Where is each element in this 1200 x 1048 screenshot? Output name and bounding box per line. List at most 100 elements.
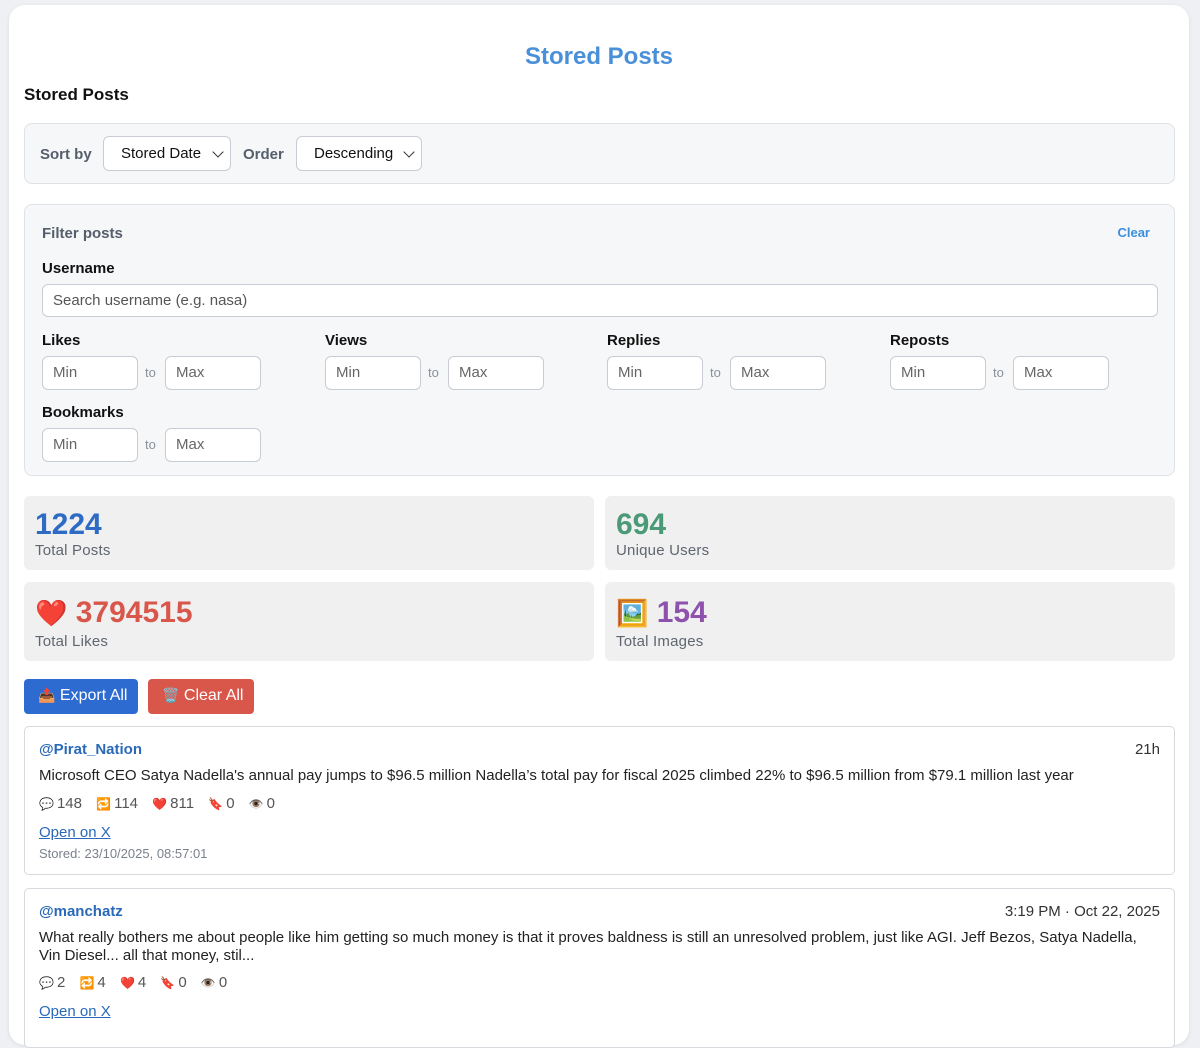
- views-range: Min to Max: [325, 356, 565, 390]
- likes-range: Min to Max: [42, 356, 282, 390]
- post-text: Microsoft CEO Satya Nadella's annual pay…: [39, 767, 1074, 784]
- order-label: Order: [243, 146, 284, 163]
- reposts-count: 114: [114, 795, 139, 812]
- total-posts-value: 1224: [35, 508, 102, 541]
- eye-icon: 👁️: [200, 976, 216, 990]
- views-max-input[interactable]: Max: [448, 356, 544, 390]
- bookmarks-metric: 🔖 0: [160, 974, 186, 991]
- sort-by-select[interactable]: Stored Date: [103, 136, 231, 171]
- post-metrics: 💬 148 🔁 114 ❤️ 811 🔖 0 👁️ 0: [39, 795, 285, 812]
- reposts-min-input[interactable]: Min: [890, 356, 986, 390]
- total-likes-label: Total Likes: [35, 633, 109, 650]
- replies-metric: 💬 2: [39, 974, 65, 991]
- clear-all-label: Clear All: [183, 687, 244, 704]
- speech-bubble-icon: 💬: [39, 797, 54, 811]
- post-time: 21h: [1134, 741, 1160, 758]
- range-to-label: to: [145, 437, 156, 452]
- sort-by-label: Sort by: [40, 146, 92, 163]
- replies-count: 148: [56, 795, 82, 812]
- chevron-down-icon: [403, 146, 415, 158]
- range-to-label: to: [145, 365, 156, 380]
- export-all-label: Export All: [59, 687, 128, 704]
- username-search-input[interactable]: Search username (e.g. nasa): [42, 284, 1158, 317]
- speech-bubble-icon: 💬: [39, 976, 54, 990]
- replies-count: 2: [56, 974, 66, 991]
- sort-bar: Sort by Stored Date Order Descending: [24, 123, 1175, 184]
- repost-icon: 🔁: [96, 797, 112, 811]
- replies-min-input[interactable]: Min: [607, 356, 703, 390]
- total-likes-number: 3794515: [75, 596, 193, 629]
- eye-icon: 👁️: [248, 797, 264, 811]
- outbox-icon: 📤: [38, 687, 56, 703]
- sort-by-value: Stored Date: [121, 145, 202, 162]
- picture-icon: 🖼️: [616, 598, 649, 628]
- likes-metric: ❤️ 4: [120, 974, 146, 991]
- bookmark-icon: 🔖: [160, 976, 176, 990]
- post-card: @Pirat_Nation 21h Microsoft CEO Satya Na…: [24, 726, 1175, 875]
- clear-all-button[interactable]: 🗑️ Clear All: [148, 679, 254, 714]
- app-title: Stored Posts: [524, 43, 674, 70]
- replies-max-input[interactable]: Max: [730, 356, 826, 390]
- heart-icon: ❤️: [35, 598, 68, 628]
- post-card: @manchatz 3:19 PM · Oct 22, 2025 What re…: [24, 888, 1175, 1048]
- likes-label: Likes: [42, 332, 81, 349]
- open-on-x-link[interactable]: Open on X: [39, 1003, 111, 1020]
- chevron-down-icon: [212, 146, 224, 158]
- replies-label: Replies: [607, 332, 661, 349]
- order-value: Descending: [314, 145, 394, 162]
- export-all-button[interactable]: 📤 Export All: [24, 679, 138, 714]
- total-images-value: 🖼️ 154: [616, 596, 707, 630]
- replies-metric: 💬 148: [39, 795, 82, 812]
- range-to-label: to: [710, 365, 721, 380]
- heart-icon: ❤️: [119, 976, 135, 990]
- heart-icon: ❤️: [152, 797, 168, 811]
- bookmarks-count: 0: [178, 974, 187, 991]
- order-select[interactable]: Descending: [296, 136, 422, 171]
- filter-panel: Filter posts Clear Username Search usern…: [24, 204, 1175, 476]
- reposts-max-input[interactable]: Max: [1013, 356, 1109, 390]
- range-to-label: to: [428, 365, 439, 380]
- range-to-label: to: [993, 365, 1004, 380]
- bookmark-icon: 🔖: [208, 797, 224, 811]
- likes-max-input[interactable]: Max: [165, 356, 261, 390]
- likes-count: 4: [137, 974, 147, 991]
- stat-total-likes: ❤️ 3794515 Total Likes: [24, 582, 594, 661]
- filter-heading: Filter posts: [42, 225, 123, 242]
- reposts-metric: 🔁 114: [96, 795, 138, 812]
- views-metric: 👁️ 0: [201, 974, 227, 991]
- views-metric: 👁️ 0: [249, 795, 275, 812]
- clear-filters-link[interactable]: Clear: [1117, 225, 1150, 240]
- repost-icon: 🔁: [79, 976, 95, 990]
- replies-range: Min to Max: [607, 356, 847, 390]
- section-title: Stored Posts: [24, 85, 129, 104]
- post-username[interactable]: @Pirat_Nation: [39, 741, 142, 758]
- bookmarks-label: Bookmarks: [42, 404, 124, 421]
- stat-total-posts: 1224 Total Posts: [24, 496, 594, 570]
- bookmarks-max-input[interactable]: Max: [165, 428, 261, 462]
- post-text: What really bothers me about people like…: [39, 929, 1137, 964]
- reposts-range: Min to Max: [890, 356, 1130, 390]
- total-likes-value: ❤️ 3794515: [35, 596, 193, 630]
- total-images-label: Total Images: [616, 633, 704, 650]
- reposts-metric: 🔁 4: [79, 974, 105, 991]
- likes-min-input[interactable]: Min: [42, 356, 138, 390]
- total-images-number: 154: [656, 596, 707, 629]
- main-panel: Stored Posts Stored Posts Sort by Stored…: [9, 5, 1189, 1048]
- open-on-x-link[interactable]: Open on X: [39, 824, 111, 841]
- username-label: Username: [42, 260, 115, 277]
- stat-total-images: 🖼️ 154 Total Images: [605, 582, 1175, 661]
- post-username[interactable]: @manchatz: [39, 903, 123, 920]
- reposts-count: 4: [97, 974, 106, 991]
- bookmarks-metric: 🔖 0: [208, 795, 234, 812]
- total-posts-label: Total Posts: [35, 542, 111, 559]
- trash-icon: 🗑️: [162, 687, 180, 703]
- post-metrics: 💬 2 🔁 4 ❤️ 4 🔖 0 👁️ 0: [39, 974, 237, 991]
- likes-count: 811: [170, 795, 195, 812]
- post-time: 3:19 PM · Oct 22, 2025: [1004, 903, 1160, 920]
- views-count: 0: [266, 795, 276, 812]
- views-count: 0: [218, 974, 228, 991]
- stored-timestamp: Stored: 23/10/2025, 08:57:01: [39, 846, 208, 861]
- bookmarks-min-input[interactable]: Min: [42, 428, 138, 462]
- unique-users-label: Unique Users: [616, 542, 710, 559]
- views-min-input[interactable]: Min: [325, 356, 421, 390]
